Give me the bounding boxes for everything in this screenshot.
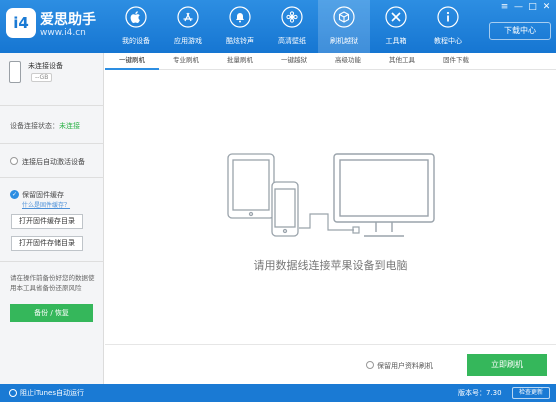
divider [0, 143, 104, 144]
nav-label: 应用游戏 [174, 37, 202, 45]
connection-status-value: 未连接 [59, 122, 80, 130]
brand-url: www.i4.cn [40, 28, 86, 38]
phone-icon [9, 61, 21, 83]
close-button[interactable]: ✕ [541, 2, 552, 13]
status-bar: 阻止iTunes自动运行 版本号：7.30 检查更新 [0, 384, 556, 402]
tab-one-click-jailbreak[interactable]: 一键越狱 [267, 53, 321, 70]
tab-pro-flash[interactable]: 专业刷机 [159, 53, 213, 70]
version-label: 版本号：7.30 [458, 389, 502, 397]
restore-button[interactable]: □ [527, 2, 538, 13]
sidebar: 未连接设备 --GB 设备连接状态：未连接 连接后自动激活设备 ✓ 保留固件缓存… [0, 53, 104, 384]
minimize-button[interactable]: — [513, 2, 524, 13]
phone-icon [271, 181, 299, 237]
nav-item-flash-jailbreak[interactable]: 刷机越狱 [318, 0, 370, 53]
nav-label: 刷机越狱 [330, 37, 358, 45]
divider [0, 177, 104, 178]
tab-one-click-flash[interactable]: 一键刷机 [105, 53, 159, 70]
app-logo: i4 [6, 8, 36, 38]
connect-device-illustration [227, 153, 435, 237]
device-capacity-badge: --GB [31, 73, 53, 82]
menu-button[interactable]: ≡ [499, 2, 510, 13]
tablet-icon [227, 153, 275, 219]
flash-tabs: 一键刷机 专业刷机 批量刷机 一键越狱 高级功能 其他工具 固件下载 [105, 53, 556, 70]
monitor-icon [333, 153, 435, 237]
auto-activate-label: 连接后自动激活设备 [22, 158, 85, 166]
info-icon [437, 6, 459, 28]
nav-label: 工具箱 [385, 37, 407, 45]
flash-now-button[interactable]: 立即刷机 [467, 354, 547, 376]
connection-status: 设备连接状态：未连接 [10, 121, 80, 131]
main-nav: 我的设备 应用游戏 酷炫铃声 高清壁纸 刷机越狱 工具箱 教程中心 [110, 0, 474, 53]
backup-note: 请在操作前备份好您的数据使用本工具省备份还原风险 [10, 274, 95, 292]
auto-activate-radio[interactable] [10, 157, 18, 165]
nav-item-ringtones[interactable]: 酷炫铃声 [214, 0, 266, 53]
flower-icon [281, 6, 303, 28]
cable-icon [299, 213, 360, 234]
keep-cache-label: 保留固件缓存 [22, 191, 64, 199]
tab-firmware-download[interactable]: 固件下载 [429, 53, 483, 70]
bell-icon [229, 6, 251, 28]
divider [0, 261, 104, 262]
block-itunes-radio[interactable] [9, 389, 17, 397]
open-cache-dir-button[interactable]: 打开固件缓存目录 [11, 214, 83, 229]
nav-item-apps[interactable]: 应用游戏 [162, 0, 214, 53]
device-name: 未连接设备 [28, 62, 63, 70]
nav-label: 教程中心 [434, 37, 462, 45]
main-footer: 保留用户资料刷机 立即刷机 [105, 344, 556, 384]
nav-label: 我的设备 [122, 37, 150, 45]
nav-item-toolbox[interactable]: 工具箱 [370, 0, 422, 53]
divider [0, 105, 104, 106]
tab-other-tools[interactable]: 其他工具 [375, 53, 429, 70]
backup-restore-button[interactable]: 备份 / 恢复 [10, 304, 93, 322]
tab-batch-flash[interactable]: 批量刷机 [213, 53, 267, 70]
nav-item-tutorials[interactable]: 教程中心 [422, 0, 474, 53]
app-store-icon [177, 6, 199, 28]
keep-cache-checkbox[interactable]: ✓ [10, 190, 19, 199]
brand-name: 爱思助手 [40, 12, 96, 28]
nav-label: 高清壁纸 [278, 37, 306, 45]
connect-prompt: 请用数据线连接苹果设备到电脑 [253, 259, 408, 272]
tab-advanced[interactable]: 高级功能 [321, 53, 375, 70]
tools-icon [385, 6, 407, 28]
window-controls: ≡ — □ ✕ [499, 2, 552, 13]
check-update-button[interactable]: 检查更新 [512, 387, 550, 399]
what-is-cache-link[interactable]: 什么是固件缓存？ [22, 200, 70, 209]
nav-label: 酷炫铃声 [226, 37, 254, 45]
keep-user-data-radio[interactable] [366, 361, 374, 369]
apple-icon [125, 6, 147, 28]
block-itunes-label: 阻止iTunes自动运行 [20, 389, 84, 397]
box-icon [333, 6, 355, 28]
connection-status-label: 设备连接状态： [10, 122, 59, 130]
open-storage-dir-button[interactable]: 打开固件存储目录 [11, 236, 83, 251]
keep-user-data-label: 保留用户资料刷机 [377, 362, 433, 370]
download-center-button[interactable]: 下载中心 [489, 22, 551, 40]
top-bar: i4 爱思助手 www.i4.cn 我的设备 应用游戏 酷炫铃声 高清壁纸 刷机… [0, 0, 556, 53]
nav-item-wallpapers[interactable]: 高清壁纸 [266, 0, 318, 53]
nav-item-my-device[interactable]: 我的设备 [110, 0, 162, 53]
